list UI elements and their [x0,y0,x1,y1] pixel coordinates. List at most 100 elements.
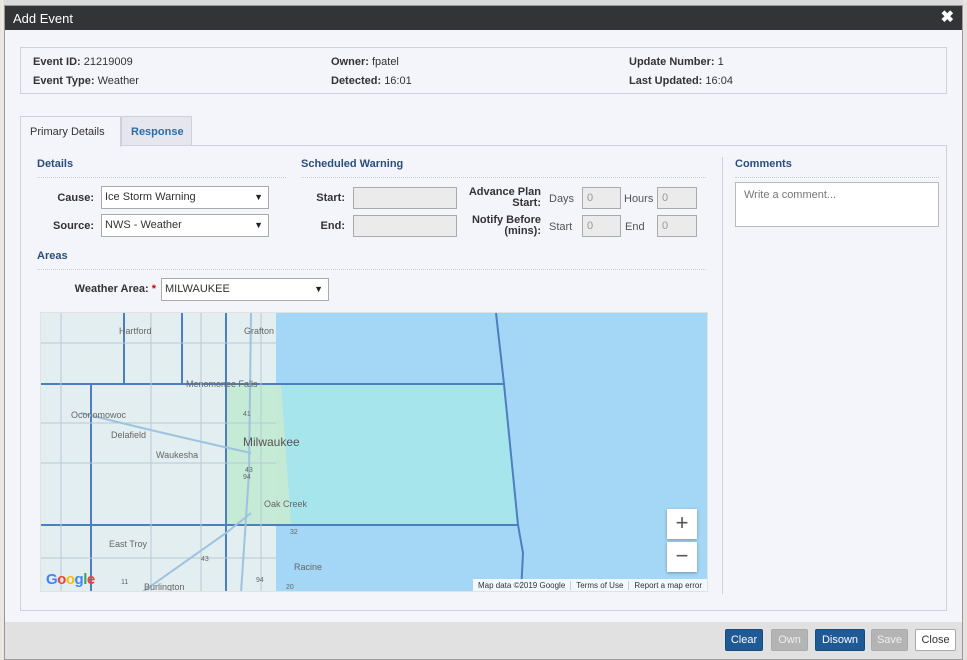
owner-value: fpatel [371,56,399,68]
terms-of-use-link[interactable]: Terms of Use [570,580,628,590]
hours-input[interactable]: 0 [657,187,697,209]
update-number-label: Update Number: [629,56,715,68]
start-input[interactable] [353,187,457,209]
zoom-in-button[interactable]: + [667,509,697,539]
shield-43-south: 43 [201,556,209,563]
advance-label-line-2: Start: [512,197,541,209]
areas-separator [37,269,706,270]
weather-area-map[interactable]: Hartford Grafton Menomonee Falls Oconomo… [40,312,708,592]
chevron-down-icon: ▼ [314,284,323,294]
shield-11: 11 [121,579,128,586]
source-value: NWS - Weather [105,219,182,231]
own-button[interactable]: Own [771,629,808,651]
zoom-out-button[interactable]: − [667,542,697,572]
cause-label: Cause: [57,192,94,204]
event-type: Event Type: Weather [33,75,139,87]
detected-label: Detected: [331,75,382,87]
map-attribution: Map data ©2019 Google [477,580,566,590]
comments-heading: Comments [735,158,792,170]
details-separator [37,177,286,178]
last-updated-value: 16:04 [705,75,733,87]
start-label: Start: [316,192,345,204]
add-event-dialog: Add Event ✖ Event ID: 21219009 Event Typ… [4,5,963,660]
column-divider [722,157,723,594]
notify-before-label: Notify Before (mins): [461,215,541,237]
place-milwaukee: Milwaukee [243,435,300,449]
map-attribution-bar: Map data ©2019 Google Terms of Use Repor… [472,579,707,591]
event-info-box: Event ID: 21219009 Event Type: Weather O… [20,47,947,94]
close-icon[interactable]: ✖ [941,10,954,26]
event-type-label: Event Type: [33,75,95,87]
source-select[interactable]: NWS - Weather ▼ [101,214,269,237]
primary-details-panel: Details Cause: Ice Storm Warning ▼ Sourc… [20,145,947,611]
place-oconomowoc: Oconomowoc [71,410,127,420]
update-number-value: 1 [717,56,724,68]
save-button[interactable]: Save [871,629,908,651]
notify-end-label: End [625,221,645,233]
weather-area-select[interactable]: MILWAUKEE ▼ [161,278,329,301]
weather-area-label: Weather Area: * [51,283,156,295]
owner-label: Owner: [331,56,369,68]
last-updated: Last Updated: 16:04 [629,75,733,87]
scheduled-separator [301,177,706,178]
shield-43: 43 [245,467,253,474]
source-label: Source: [53,220,94,232]
shield-32: 32 [290,529,298,536]
weather-area-label-text: Weather Area: [74,283,149,295]
end-label: End: [320,220,345,232]
event-id-label: Event ID: [33,56,81,68]
areas-heading: Areas [37,250,68,262]
chevron-down-icon: ▼ [254,192,263,202]
place-menomonee-falls: Menomonee Falls [186,379,258,389]
notify-start-input[interactable]: 0 [582,215,621,237]
shield-94-north: 94 [243,474,251,481]
place-grafton: Grafton [244,326,274,336]
required-asterisk: * [151,283,156,295]
hours-label: Hours [624,193,654,205]
place-racine: Racine [294,562,322,572]
dialog-footer: Clear Own Disown Save Close [5,622,962,659]
close-button[interactable]: Close [915,629,956,651]
advance-plan-start-label: Advance Plan Start: [461,187,541,209]
notify-label-line-2: (mins): [504,225,541,237]
end-input[interactable] [353,215,457,237]
chevron-down-icon: ▼ [254,220,263,230]
cause-value: Ice Storm Warning [105,191,196,203]
dialog-title: Add Event [13,10,73,26]
place-oak-creek: Oak Creek [264,499,308,509]
comment-textarea[interactable]: Write a comment... [735,182,939,227]
notify-start-label: Start [549,221,573,233]
days-input[interactable]: 0 [582,187,621,209]
disown-button[interactable]: Disown [815,629,865,651]
cause-select[interactable]: Ice Storm Warning ▼ [101,186,269,209]
tab-response[interactable]: Response [121,116,192,146]
dialog-body: Event ID: 21219009 Event Type: Weather O… [5,30,962,622]
place-hartford: Hartford [119,326,152,336]
detected-value: 16:01 [384,75,412,87]
tab-primary-details[interactable]: Primary Details [20,116,121,147]
notify-end-input[interactable]: 0 [657,215,697,237]
map-canvas[interactable]: Hartford Grafton Menomonee Falls Oconomo… [41,313,708,592]
report-map-error-link[interactable]: Report a map error [628,580,707,590]
shield-41: 41 [243,411,251,418]
owner: Owner: fpatel [331,56,399,68]
weather-area-value: MILWAUKEE [165,283,230,295]
shield-94-south: 94 [256,577,264,584]
event-type-value: Weather [97,75,139,87]
shield-20: 20 [286,584,294,591]
scheduled-warning-heading: Scheduled Warning [301,158,404,170]
days-label: Days [549,193,575,205]
event-id: Event ID: 21219009 [33,56,133,68]
google-logo: Google [46,571,95,588]
clear-button[interactable]: Clear [725,629,763,651]
event-id-value: 21219009 [83,56,133,68]
details-heading: Details [37,158,74,170]
update-number: Update Number: 1 [629,56,724,68]
last-updated-label: Last Updated: [629,75,703,87]
place-burlington: Burlington [144,582,185,592]
place-delafield: Delafield [111,430,146,440]
dialog-titlebar: Add Event ✖ [5,6,962,30]
place-waukesha: Waukesha [156,450,198,460]
detected: Detected: 16:01 [331,75,412,87]
comments-separator [735,177,939,178]
